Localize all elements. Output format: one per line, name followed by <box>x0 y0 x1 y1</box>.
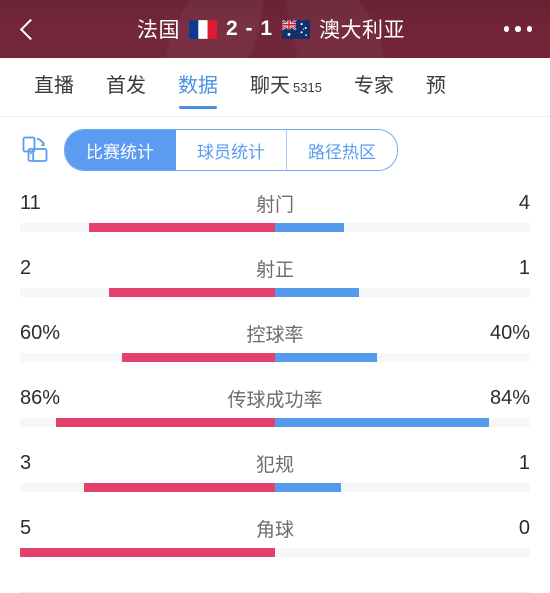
home-value: 3 <box>20 451 32 474</box>
home-bar <box>122 353 275 362</box>
segment-player-stats[interactable]: 球员统计 <box>176 130 287 170</box>
stat-bar-track <box>20 288 530 297</box>
match-stats-list: 11 射门 4 2 射正 1 60% 控球率 40% 86% 传球成功率 84%… <box>0 183 550 573</box>
stats-segmented-control: 比赛统计 球员统计 路径热区 <box>64 129 398 171</box>
segment-label: 路径热区 <box>308 142 376 162</box>
back-button[interactable] <box>0 0 56 58</box>
segment-label: 球员统计 <box>197 142 265 162</box>
stats-sub-toolbar: 比赛统计 球员统计 路径热区 <box>0 117 550 183</box>
main-tab-bar: 直播 首发 数据 聊天 5315 专家 预 <box>0 58 550 117</box>
stat-header: 2 射正 1 <box>20 248 530 288</box>
australia-flag-icon <box>282 19 311 39</box>
france-flag-icon <box>188 19 217 39</box>
stat-label: 传球成功率 <box>227 389 323 411</box>
stat-row-shots: 11 射门 4 <box>20 183 530 248</box>
stat-bar-track <box>20 548 530 557</box>
rotate-screen-button[interactable] <box>16 131 54 169</box>
away-value: 84% <box>489 386 530 409</box>
tab-lineup[interactable]: 首发 <box>90 58 162 116</box>
away-bar <box>275 483 342 492</box>
stat-label: 控球率 <box>246 324 304 346</box>
stat-header: 86% 传球成功率 84% <box>20 378 530 418</box>
home-value: 5 <box>20 516 32 539</box>
tab-chat[interactable]: 聊天 5315 <box>234 58 338 116</box>
active-tab-underline <box>179 105 217 109</box>
match-score: 2 - 1 <box>225 17 274 40</box>
stat-row-possession: 60% 控球率 40% <box>20 313 530 378</box>
rotate-screen-icon <box>22 136 48 162</box>
away-value: 4 <box>518 191 530 214</box>
stat-header: 60% 控球率 40% <box>20 313 530 353</box>
stat-bar-track <box>20 418 530 427</box>
more-dot-icon <box>515 26 521 32</box>
more-options-button[interactable] <box>486 0 550 58</box>
more-dot-icon <box>526 26 533 32</box>
away-value: 1 <box>518 451 530 474</box>
stat-row-pass-accuracy: 86% 传球成功率 84% <box>20 378 530 443</box>
app-header: 法国 2 - 1 澳大利亚 <box>0 0 550 58</box>
stat-header: 3 犯规 1 <box>20 443 530 483</box>
home-value: 86% <box>20 386 61 409</box>
match-title: 法国 2 - 1 澳大利亚 <box>56 14 486 44</box>
stat-header: 5 角球 0 <box>20 508 530 548</box>
stat-row-corners: 5 角球 0 <box>20 508 530 573</box>
home-value: 11 <box>20 191 41 214</box>
stat-row-shots-on-target: 2 射正 1 <box>20 248 530 313</box>
away-team-name: 澳大利亚 <box>319 19 406 42</box>
away-bar <box>275 418 490 427</box>
tab-label: 预 <box>425 74 446 97</box>
stat-label: 射正 <box>255 259 294 281</box>
stat-header: 11 射门 4 <box>20 183 530 223</box>
home-team-name: 法国 <box>136 19 180 42</box>
home-bar <box>109 288 275 297</box>
away-bar <box>275 223 344 232</box>
away-value: 40% <box>489 321 530 344</box>
segment-label: 比赛统计 <box>86 142 154 162</box>
tab-chat-count: 5315 <box>293 79 322 95</box>
away-bar <box>275 288 360 297</box>
stat-row-fouls: 3 犯规 1 <box>20 443 530 508</box>
tab-label: 专家 <box>353 74 394 97</box>
more-dot-icon <box>503 26 510 32</box>
stat-bar-track <box>20 223 530 232</box>
away-value: 1 <box>518 256 530 279</box>
stat-label: 犯规 <box>255 454 294 476</box>
stat-label: 射门 <box>255 194 294 216</box>
stat-label: 角球 <box>255 519 294 541</box>
tab-label: 聊天 <box>250 74 290 97</box>
segment-pass-heatmap[interactable]: 路径热区 <box>287 130 397 170</box>
stat-bar-track <box>20 483 530 492</box>
tab-data[interactable]: 数据 <box>162 58 234 116</box>
home-bar <box>83 483 275 492</box>
tab-label: 直播 <box>34 74 74 97</box>
away-bar <box>275 353 377 362</box>
home-value: 60% <box>20 321 61 344</box>
chevron-left-icon <box>19 18 41 40</box>
home-value: 2 <box>20 256 32 279</box>
tab-prediction[interactable]: 预 <box>410 58 462 116</box>
home-bar <box>55 418 275 427</box>
home-bar <box>20 548 275 557</box>
segment-match-stats[interactable]: 比赛统计 <box>65 130 176 170</box>
tab-live[interactable]: 直播 <box>18 58 90 116</box>
tab-label: 首发 <box>106 74 146 97</box>
stat-bar-track <box>20 353 530 362</box>
away-value: 0 <box>518 516 530 539</box>
tab-expert[interactable]: 专家 <box>338 58 410 116</box>
home-bar <box>88 223 275 232</box>
